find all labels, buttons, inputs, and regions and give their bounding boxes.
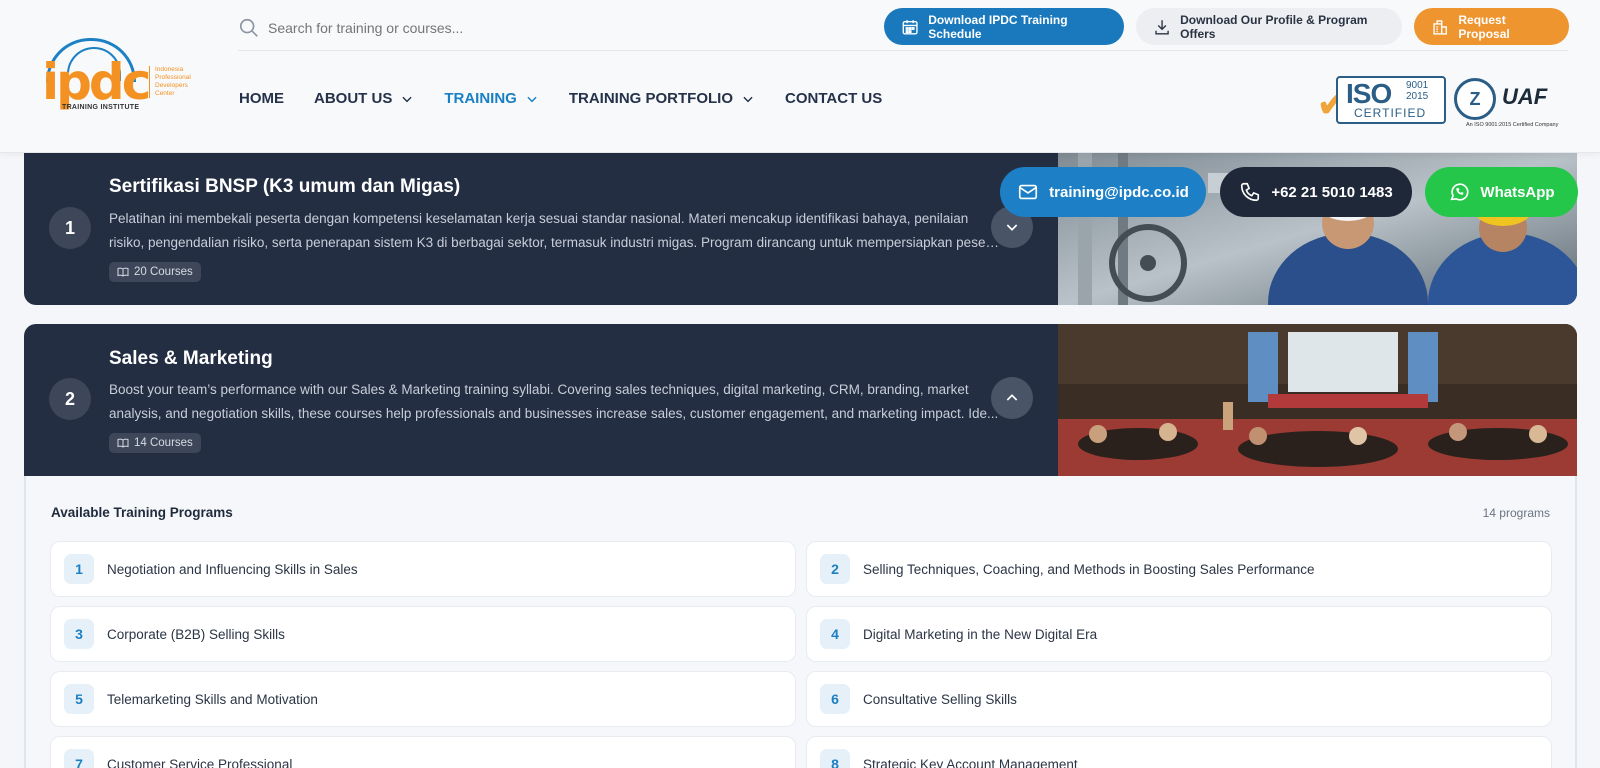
uaf-badge: UAF xyxy=(1502,84,1548,109)
book-icon xyxy=(117,267,129,277)
main-nav: HOME ABOUT US TRAINING TRAINING PORTFOLI… xyxy=(239,90,912,107)
mail-icon xyxy=(1019,184,1038,200)
download-schedule-label: Download IPDC Training Schedule xyxy=(928,12,1068,41)
program-number: 2 xyxy=(820,554,850,584)
whatsapp-icon xyxy=(1450,183,1469,201)
program-number: 8 xyxy=(820,749,850,768)
search-input[interactable] xyxy=(268,20,768,36)
program-label: Negotiation and Influencing Skills in Sa… xyxy=(107,561,358,577)
whatsapp-label: WhatsApp xyxy=(1480,183,1555,201)
courses-badge: 20 Courses xyxy=(109,262,201,282)
program-number: 7 xyxy=(64,749,94,768)
program-label: Consultative Selling Skills xyxy=(863,691,1017,707)
nav-contact-us[interactable]: CONTACT US xyxy=(785,90,882,107)
programs-title: Available Training Programs xyxy=(51,505,233,520)
category-title: Sales & Marketing xyxy=(109,348,273,369)
phone-icon xyxy=(1241,182,1260,202)
program-number: 1 xyxy=(64,554,94,584)
program-item[interactable]: 8 Strategic Key Account Management xyxy=(806,736,1552,768)
category-number: 1 xyxy=(49,207,91,249)
program-item[interactable]: 4 Digital Marketing in the New Digital E… xyxy=(806,606,1552,662)
category-image-seminar-room xyxy=(1058,324,1577,476)
calendar-icon xyxy=(902,19,918,35)
chevron-up-icon xyxy=(1006,394,1018,401)
program-label: Strategic Key Account Management xyxy=(863,756,1078,768)
book-icon xyxy=(117,438,129,448)
logo-subtitle: TRAINING INSTITUTE xyxy=(62,104,140,111)
program-label: Telemarketing Skills and Motivation xyxy=(107,691,318,707)
download-profile-button[interactable]: Download Our Profile & Program Offers xyxy=(1136,8,1402,45)
program-label: Customer Service Professional xyxy=(107,756,293,768)
cert-note: An ISO 9001:2015 Certified Company xyxy=(1466,122,1559,128)
zeppy-badge-icon: Z xyxy=(1454,78,1496,120)
certification-logos: ✔ ISO 9001 2015 CERTIFIED Z UAF An ISO 90… xyxy=(1316,74,1566,130)
category-card-sales-marketing[interactable]: 2 Sales & Marketing Boost your team’s pe… xyxy=(24,324,1577,476)
request-proposal-label: Request Proposal xyxy=(1458,12,1510,41)
program-item[interactable]: 7 Customer Service Professional xyxy=(50,736,796,768)
nav-about-us[interactable]: ABOUT US xyxy=(314,90,414,107)
download-schedule-button[interactable]: Download IPDC Training Schedule xyxy=(884,8,1124,45)
available-programs-panel: Available Training Programs 14 programs … xyxy=(24,476,1577,768)
building-icon xyxy=(1433,19,1447,35)
nav-home[interactable]: HOME xyxy=(239,90,284,107)
phone-contact-button[interactable]: +62 21 5010 1483 xyxy=(1220,167,1412,217)
category-description: Boost your team’s performance with our S… xyxy=(109,382,999,421)
category-description: Pelatihan ini membekali peserta dengan k… xyxy=(109,211,999,250)
phone-label: +62 21 5010 1483 xyxy=(1271,183,1393,201)
email-contact-button[interactable]: training@ipdc.co.id xyxy=(1000,167,1206,217)
program-item[interactable]: 6 Consultative Selling Skills xyxy=(806,671,1552,727)
category-title: Sertifikasi BNSP (K3 umum dan Migas) xyxy=(109,176,461,197)
chevron-down-icon xyxy=(527,96,537,102)
program-label: Digital Marketing in the New Digital Era xyxy=(863,626,1098,642)
chevron-down-icon xyxy=(402,96,412,102)
program-item[interactable]: 3 Corporate (B2B) Selling Skills xyxy=(50,606,796,662)
site-header: ipdc TRAINING INSTITUTE Indonesia Profes… xyxy=(0,0,1600,153)
program-label: Selling Techniques, Coaching, and Method… xyxy=(863,561,1315,577)
chevron-down-icon xyxy=(743,96,753,102)
search-bar[interactable] xyxy=(238,14,798,42)
download-icon xyxy=(1155,19,1169,34)
program-number: 5 xyxy=(64,684,94,714)
request-proposal-button[interactable]: Request Proposal xyxy=(1414,8,1569,45)
logo-mark: ipdc xyxy=(42,53,151,111)
program-number: 3 xyxy=(64,619,94,649)
ipdc-logo[interactable]: ipdc TRAINING INSTITUTE Indonesia Profes… xyxy=(40,38,200,116)
chevron-down-icon xyxy=(1006,224,1018,231)
logo-side-text: Indonesia Professional Developers Center xyxy=(149,66,201,98)
search-underline xyxy=(238,50,1568,51)
category-number: 2 xyxy=(49,378,91,420)
whatsapp-contact-button[interactable]: WhatsApp xyxy=(1425,167,1578,217)
program-number: 6 xyxy=(820,684,850,714)
program-number: 4 xyxy=(820,619,850,649)
email-label: training@ipdc.co.id xyxy=(1049,183,1189,201)
program-item[interactable]: 2 Selling Techniques, Coaching, and Meth… xyxy=(806,541,1552,597)
program-label: Corporate (B2B) Selling Skills xyxy=(107,626,285,642)
program-item[interactable]: 5 Telemarketing Skills and Motivation xyxy=(50,671,796,727)
search-icon xyxy=(239,18,258,37)
courses-badge: 14 Courses xyxy=(109,433,201,453)
download-profile-label: Download Our Profile & Program Offers xyxy=(1180,12,1368,41)
iso-certified-badge: ✔ ISO 9001 2015 CERTIFIED xyxy=(1316,76,1446,124)
program-item[interactable]: 1 Negotiation and Influencing Skills in … xyxy=(50,541,796,597)
nav-training[interactable]: TRAINING xyxy=(444,90,539,107)
collapse-toggle-button[interactable] xyxy=(991,377,1033,419)
nav-training-portfolio[interactable]: TRAINING PORTFOLIO xyxy=(569,90,755,107)
programs-count: 14 programs xyxy=(1482,506,1550,520)
